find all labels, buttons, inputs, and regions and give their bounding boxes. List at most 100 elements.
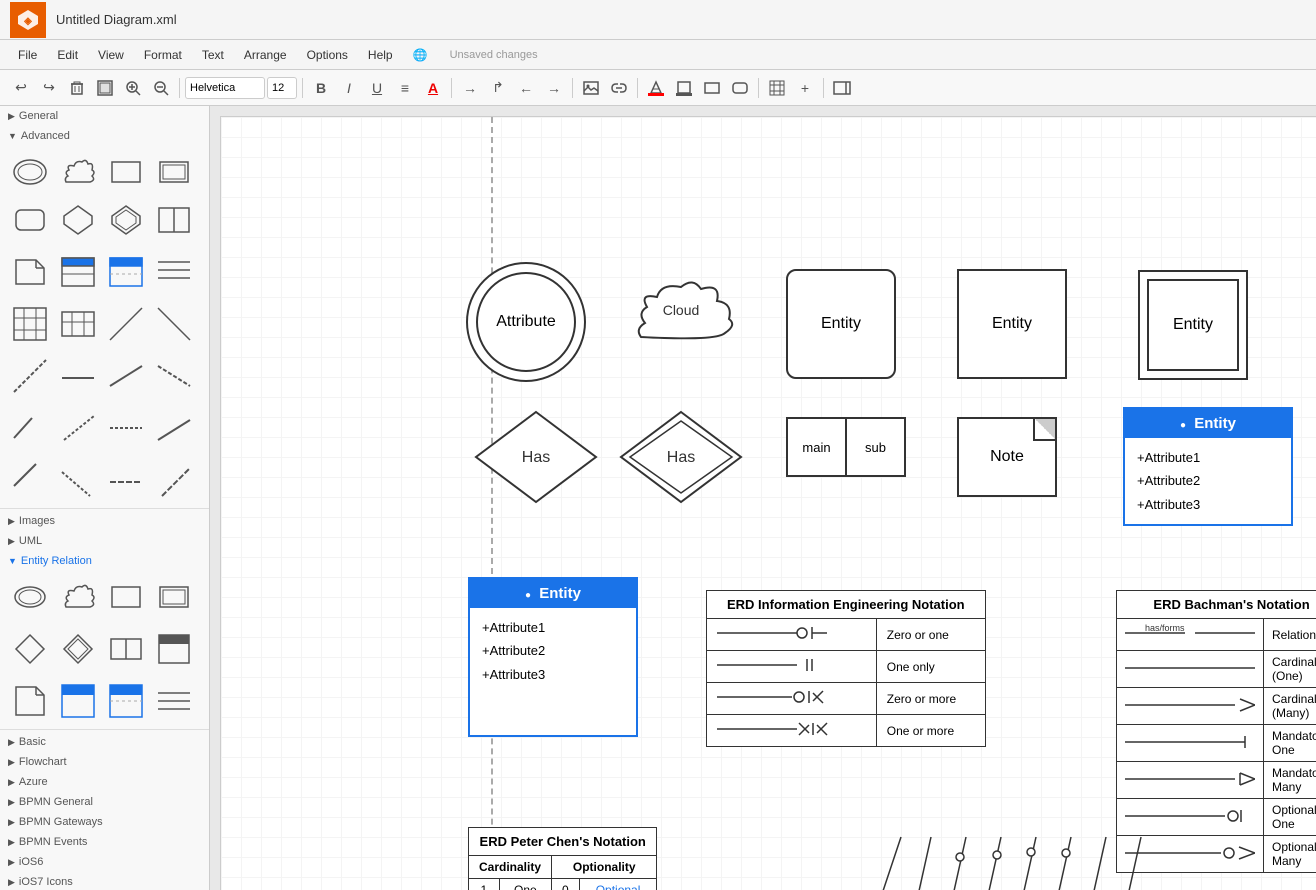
shape-item-5[interactable] — [8, 198, 52, 242]
menu-file[interactable]: File — [10, 45, 45, 65]
fillcolor-button[interactable] — [643, 75, 669, 101]
fontcolor-button[interactable]: A — [420, 75, 446, 101]
panel-toggle-button[interactable] — [829, 75, 855, 101]
diamond2-shape[interactable]: Has — [616, 407, 746, 510]
sidebar-item-ios6[interactable]: ▶ iOS6 — [0, 852, 209, 872]
shape-item-7[interactable] — [104, 198, 148, 242]
shape-diag12[interactable] — [56, 458, 100, 502]
sidebar-item-azure[interactable]: ▶ Azure — [0, 772, 209, 792]
shape-diag5[interactable] — [104, 354, 148, 398]
sidebar-item-flowchart[interactable]: ▶ Flowchart — [0, 752, 209, 772]
sidebar-item-advanced[interactable]: ▼ Advanced — [0, 126, 209, 146]
shape-item-6[interactable] — [56, 198, 100, 242]
entity3-shape[interactable]: Entity — [1138, 270, 1248, 380]
shape-item-ertable[interactable] — [56, 250, 100, 294]
arrow-left-button[interactable]: ← — [513, 75, 539, 101]
grid-button[interactable] — [764, 75, 790, 101]
sidebar-item-general[interactable]: ▶ General — [0, 106, 209, 126]
shape-item-2[interactable] — [56, 150, 100, 194]
er-attribute[interactable] — [8, 575, 52, 619]
shape-item-diag2[interactable] — [152, 302, 196, 346]
sidebar-item-bpmn-gateways[interactable]: ▶ BPMN Gateways — [0, 812, 209, 832]
sidebar-item-images[interactable]: ▶ Images — [0, 511, 209, 531]
undo-button[interactable]: ↩ — [8, 75, 34, 101]
roundrect-button[interactable] — [727, 75, 753, 101]
shape-diag7[interactable] — [8, 406, 52, 450]
er-blue-table[interactable] — [56, 679, 100, 723]
shape-diag13[interactable] — [104, 458, 148, 502]
shape-diag4[interactable] — [56, 354, 100, 398]
bold-button[interactable]: B — [308, 75, 334, 101]
shape-item-grid1[interactable] — [8, 302, 52, 346]
shape-diag11[interactable] — [8, 458, 52, 502]
menu-arrange[interactable]: Arrange — [236, 45, 295, 65]
shape-diag10[interactable] — [152, 406, 196, 450]
shape-diag14[interactable] — [152, 458, 196, 502]
attribute-shape[interactable]: Attribute — [466, 262, 586, 382]
align-button[interactable]: ≡ — [392, 75, 418, 101]
er-note[interactable] — [8, 679, 52, 723]
menu-edit[interactable]: Edit — [49, 45, 86, 65]
menu-view[interactable]: View — [90, 45, 132, 65]
font-family-input[interactable] — [185, 77, 265, 99]
arrow-right-button[interactable]: → — [541, 75, 567, 101]
er-headertable[interactable] — [152, 627, 196, 671]
shape-item-1[interactable] — [8, 150, 52, 194]
shape-item-note[interactable] — [8, 250, 52, 294]
delete-button[interactable] — [64, 75, 90, 101]
menu-text[interactable]: Text — [194, 45, 232, 65]
diamond1-shape[interactable]: Has — [471, 407, 601, 510]
er-entity1[interactable] — [104, 575, 148, 619]
er-diamond1[interactable] — [8, 627, 52, 671]
underline-button[interactable]: U — [364, 75, 390, 101]
sidebar-item-ios7icons[interactable]: ▶ iOS7 Icons — [0, 872, 209, 890]
er-entity2[interactable] — [152, 575, 196, 619]
shape-diag9[interactable] — [104, 406, 148, 450]
shape-item-lines[interactable] — [152, 250, 196, 294]
canvas-area[interactable]: Attribute Cloud Entity Entit — [210, 106, 1316, 890]
er-diamond2[interactable] — [56, 627, 100, 671]
sidebar-item-bpmn-general[interactable]: ▶ BPMN General — [0, 792, 209, 812]
entity2-shape[interactable]: Entity — [957, 269, 1067, 379]
shape-item-3[interactable] — [104, 150, 148, 194]
entity1-shape[interactable]: Entity — [786, 269, 896, 379]
shape-diag6[interactable] — [152, 354, 196, 398]
er-splitrect[interactable] — [104, 627, 148, 671]
entity-attr-box2[interactable]: ● Entity +Attribute1 +Attribute2 +Attrib… — [468, 577, 638, 737]
font-size-input[interactable] — [267, 77, 297, 99]
image-button[interactable] — [578, 75, 604, 101]
shape-item-diag1[interactable] — [104, 302, 148, 346]
shape-item-8[interactable] — [152, 198, 196, 242]
entity-attr-box1[interactable]: ● Entity +Attribute1 +Attribute2 +Attrib… — [1123, 407, 1293, 526]
fitpage-button[interactable] — [92, 75, 118, 101]
menu-format[interactable]: Format — [136, 45, 190, 65]
shape-diag3[interactable] — [8, 354, 52, 398]
shape-item-4[interactable] — [152, 150, 196, 194]
cloud-shape[interactable]: Cloud — [621, 269, 741, 352]
er-blue-table2[interactable] — [104, 679, 148, 723]
er-cloud[interactable] — [56, 575, 100, 619]
menu-globe[interactable]: 🌐 — [405, 45, 436, 65]
sidebar-item-uml[interactable]: ▶ UML — [0, 531, 209, 551]
rect-button[interactable] — [699, 75, 725, 101]
split-entity-shape[interactable]: main sub — [786, 417, 906, 477]
note-shape[interactable]: Note — [957, 417, 1057, 497]
er-lines[interactable] — [152, 679, 196, 723]
shape-diag8[interactable] — [56, 406, 100, 450]
menu-help[interactable]: Help — [360, 45, 401, 65]
sidebar-item-entity-relation[interactable]: ▼ Entity Relation — [0, 551, 209, 571]
linecolor-button[interactable] — [671, 75, 697, 101]
zoomout-button[interactable] — [148, 75, 174, 101]
arrow-corner-button[interactable]: ↱ — [485, 75, 511, 101]
italic-button[interactable]: I — [336, 75, 362, 101]
addshape-button[interactable]: + — [792, 75, 818, 101]
shape-item-grid2[interactable] — [56, 302, 100, 346]
sidebar-item-basic[interactable]: ▶ Basic — [0, 732, 209, 752]
zoomin-button[interactable] — [120, 75, 146, 101]
redo-button[interactable]: ↪ — [36, 75, 62, 101]
shape-item-ertable2[interactable] — [104, 250, 148, 294]
sidebar-item-bpmn-events[interactable]: ▶ BPMN Events — [0, 832, 209, 852]
canvas[interactable]: Attribute Cloud Entity Entit — [220, 116, 1316, 890]
arrow-straight-button[interactable]: → — [457, 75, 483, 101]
menu-options[interactable]: Options — [299, 45, 356, 65]
